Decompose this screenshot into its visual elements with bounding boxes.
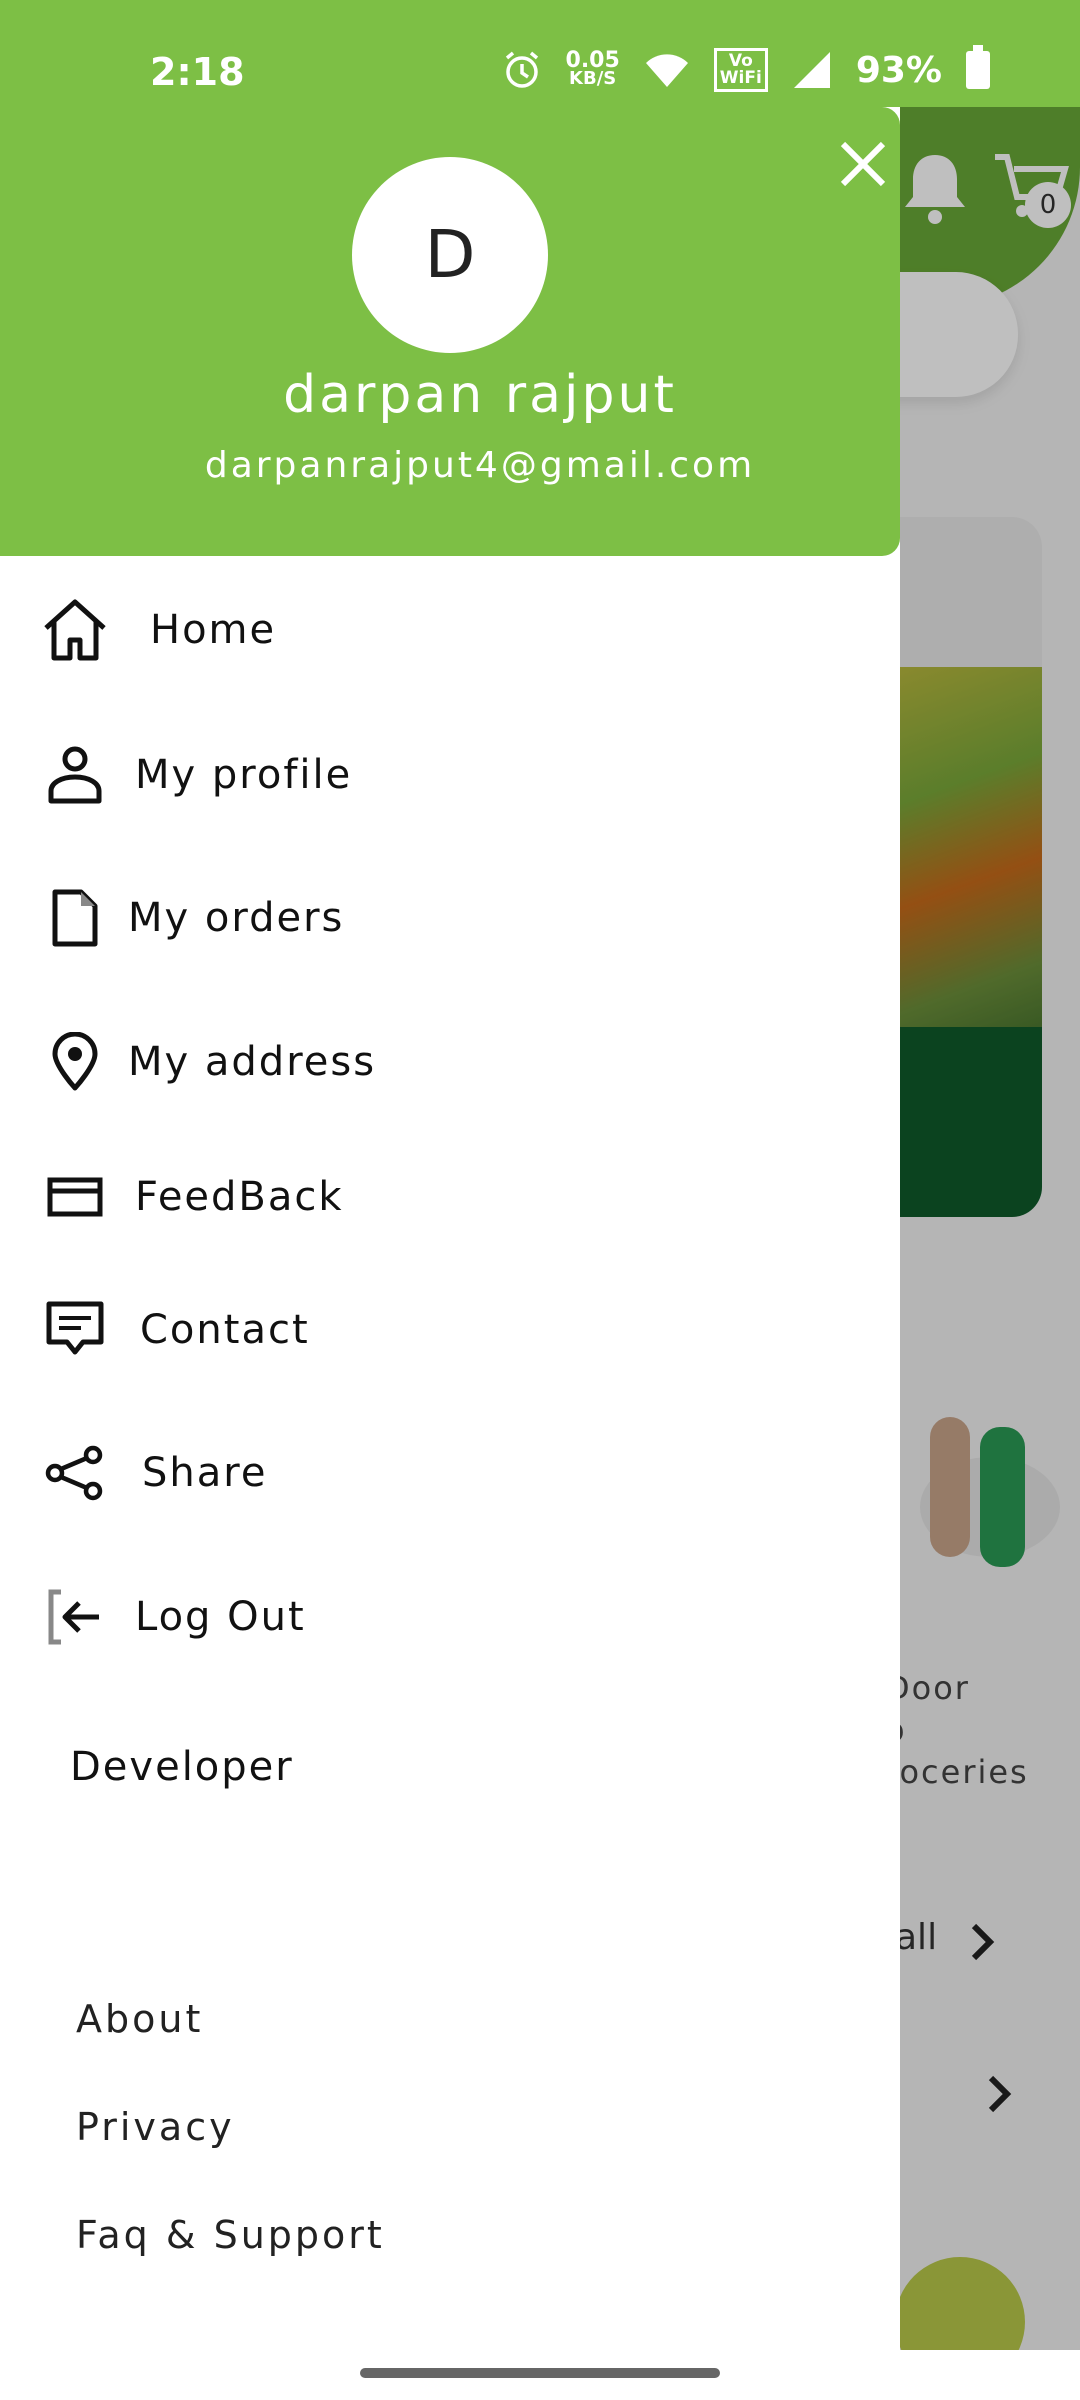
user-email: darpanrajput4@gmail.com — [204, 445, 756, 486]
menu-item-home[interactable]: Home — [0, 575, 900, 685]
close-icon — [840, 141, 885, 187]
battery-percent: 93% — [855, 49, 942, 91]
menu-item-label: Home — [150, 607, 277, 653]
battery-icon — [966, 45, 990, 89]
user-name: darpan rajput — [283, 365, 677, 425]
home-icon — [40, 595, 110, 665]
menu-item-my-orders[interactable]: My orders — [0, 863, 900, 973]
feedback-icon — [40, 1162, 110, 1232]
menu-item-label: FeedBack — [135, 1174, 344, 1220]
status-time: 2:18 — [150, 50, 245, 94]
avatar[interactable]: D — [352, 157, 548, 353]
menu-item-label: Contact — [140, 1307, 310, 1353]
menu-item-my-profile[interactable]: My profile — [0, 720, 900, 830]
menu-item-my-address[interactable]: My address — [0, 1007, 900, 1117]
vowifi-badge: Vo WiFi — [713, 48, 768, 92]
faq-support-link[interactable]: Faq & Support — [76, 2213, 385, 2257]
menu-item-label: Share — [142, 1450, 268, 1496]
message-icon — [40, 1295, 110, 1365]
menu-item-share[interactable]: Share — [0, 1418, 900, 1528]
network-speed: 0.05 KB/S — [566, 50, 620, 89]
menu-item-contact[interactable]: Contact — [0, 1275, 900, 1385]
close-drawer-button[interactable] — [830, 132, 895, 197]
menu-item-label: My address — [128, 1039, 377, 1085]
menu-item-feedback[interactable]: FeedBack — [0, 1142, 900, 1252]
privacy-link[interactable]: Privacy — [76, 2105, 235, 2149]
status-bar: 2:18 0.05 KB/S Vo WiFi 93% — [0, 0, 1080, 107]
alarm-icon — [505, 51, 538, 88]
about-link[interactable]: About — [76, 1997, 203, 2041]
logout-icon — [40, 1582, 110, 1652]
status-icons: 0.05 KB/S Vo WiFi 93% — [502, 45, 990, 92]
vowifi-bottom: WiFi — [719, 68, 762, 88]
network-speed-unit: KB/S — [569, 68, 617, 89]
developer-section-label: Developer — [70, 1744, 294, 1790]
share-icon — [40, 1438, 110, 1508]
drawer-header: D darpan rajput darpanrajput4@gmail.com — [0, 107, 900, 556]
document-icon — [40, 883, 110, 953]
menu-item-label: My orders — [128, 895, 345, 941]
home-indicator[interactable] — [360, 2368, 720, 2378]
menu-item-label: My profile — [135, 752, 353, 798]
location-pin-icon — [40, 1027, 110, 1097]
navigation-drawer: D darpan rajput darpanrajput4@gmail.com … — [0, 107, 900, 2350]
person-icon — [40, 740, 110, 810]
menu-item-label: Log Out — [135, 1594, 306, 1640]
wifi-icon — [645, 54, 688, 87]
menu-item-log-out[interactable]: Log Out — [0, 1562, 900, 1672]
signal-icon — [793, 52, 830, 88]
